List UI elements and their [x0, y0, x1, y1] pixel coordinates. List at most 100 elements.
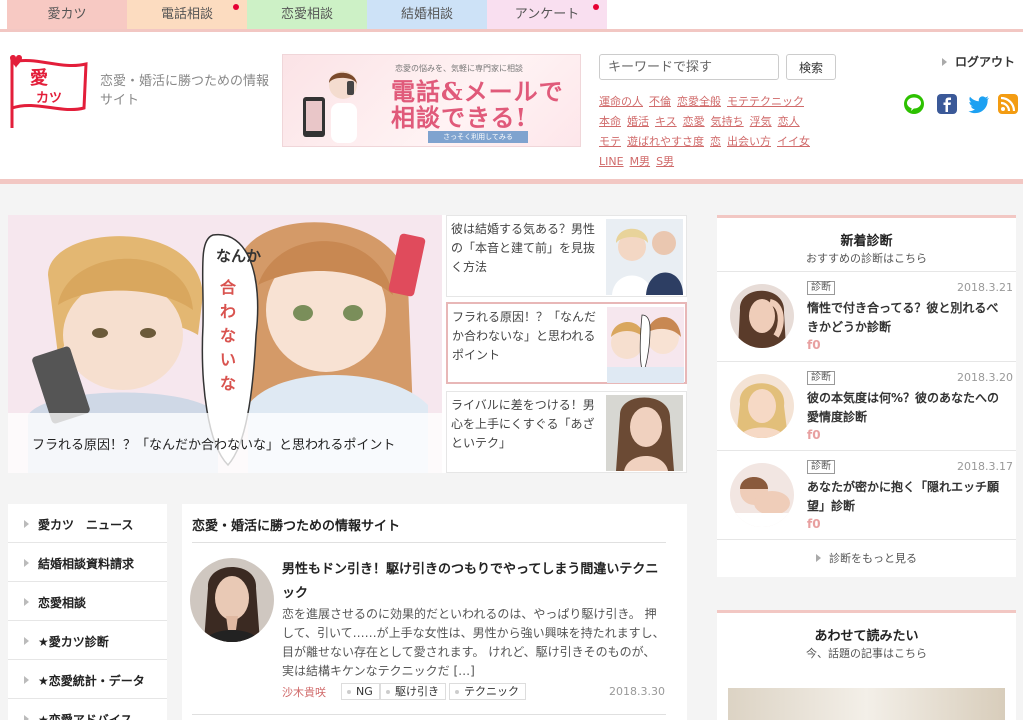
nav-item-label: ★恋愛統計・データ — [38, 674, 145, 688]
article-tag[interactable]: テクニック — [449, 683, 526, 700]
triangle-right-icon — [24, 598, 29, 606]
article-date: 2018.3.30 — [609, 685, 665, 698]
line-icon[interactable] — [904, 94, 924, 114]
new-diagnosis-header: 新着診断 おすすめの診断はこちら — [717, 215, 1016, 272]
featured-side-item[interactable]: 彼は結婚する気ある？男性の「本音と建て前」を見抜く方法 — [446, 215, 687, 297]
diagnosis-item[interactable]: 診断 2018.3.17 あなたが密かに抱く「隠れエッチ願望」診断 f0 — [717, 450, 1016, 540]
keyword-link[interactable]: モテテクニック — [727, 95, 804, 108]
triangle-right-icon — [24, 637, 29, 645]
keyword-link[interactable]: 遊ばれやすさ度 — [627, 135, 704, 148]
diagnosis-badge: 診断 — [807, 281, 835, 295]
keyword-link[interactable]: 本命 — [599, 115, 621, 128]
keyword-link[interactable]: 恋愛全般 — [677, 95, 721, 108]
triangle-right-icon — [24, 715, 29, 720]
hero-caption: フラれる原因！？「なんだか合わないな」と思われるポイント — [8, 413, 442, 473]
nav-item-love-consult[interactable]: 恋愛相談 — [8, 582, 167, 621]
related-article-image[interactable] — [728, 688, 1005, 720]
tab-label: アンケート — [514, 7, 580, 22]
related-subtitle: 今、話題の記事はこちら — [806, 647, 927, 660]
hero-caption-text: フラれる原因！？「なんだか合わないな」と思われるポイント — [32, 438, 396, 453]
search-button[interactable]: 検索 — [786, 54, 836, 80]
keyword-link[interactable]: モテ — [599, 135, 621, 148]
category-nav: 愛カツ ニュース 結婚相談資料請求 恋愛相談 ★愛カツ診断 ★恋愛統計・データ … — [8, 504, 167, 720]
site-logo[interactable]: 愛 カツ — [6, 52, 90, 132]
phone-mail-consult-banner[interactable]: 恋愛の悩みを、気軽に専門家に相談 電話&メールで相談できる! さっそく利用してみ… — [282, 54, 581, 147]
featured-side-item-active[interactable]: フラれる原因！？「なんだか合わないな」と思われるポイント — [446, 302, 687, 384]
nav-item-marriage-request[interactable]: 結婚相談資料請求 — [8, 543, 167, 582]
keyword-link[interactable]: M男 — [630, 155, 651, 168]
nav-item-news[interactable]: 愛カツ ニュース — [8, 504, 167, 543]
share-count: 0 — [812, 338, 821, 352]
woman-thinking-image — [190, 558, 274, 642]
keyword-link[interactable]: 恋愛 — [683, 115, 705, 128]
facebook-share-count[interactable]: f0 — [807, 338, 821, 352]
diagnosis-item[interactable]: 診断 2018.3.21 惰性で付き合ってる？彼と別れるべきかどうか診断 f0 — [717, 271, 1016, 361]
logout-link[interactable]: ログアウト — [942, 53, 1015, 70]
search-input[interactable] — [599, 54, 779, 80]
tab-love-consult[interactable]: 恋愛相談 — [247, 0, 367, 29]
rss-icon[interactable] — [998, 94, 1018, 114]
header-divider — [0, 179, 1023, 184]
keyword-link[interactable]: キス — [655, 115, 677, 128]
keyword-link[interactable]: 出会い方 — [727, 135, 771, 148]
tab-aikatsu[interactable]: 愛カツ — [7, 0, 127, 29]
facebook-share-count[interactable]: f0 — [807, 517, 821, 531]
article-author[interactable]: 沙木貴咲 — [282, 684, 326, 700]
diagnosis-title: 彼の本気度は何%？彼のあなたへの愛情度診断 — [807, 391, 1000, 424]
triangle-right-icon — [816, 554, 821, 562]
top-navigation: 愛カツ 電話相談 恋愛相談 結婚相談 アンケート — [0, 0, 1023, 32]
more-diagnoses-link[interactable]: 診断をもっと見る — [717, 539, 1016, 577]
article-excerpt: 恋を進展させるのに効果的だといわれるのは、やっぱり駆け引き。 押して、引いて……… — [282, 607, 665, 678]
triangle-right-icon — [24, 520, 29, 528]
divider — [192, 542, 666, 543]
keyword-link[interactable]: S男 — [656, 155, 674, 168]
diagnosis-date: 2018.3.17 — [957, 460, 1013, 473]
related-articles-box: あわせて読みたい 今、話題の記事はこちら — [717, 610, 1016, 720]
keyword-link[interactable]: 婚活 — [627, 115, 649, 128]
tab-phone-consult[interactable]: 電話相談 — [127, 0, 247, 29]
nav-item-diagnosis[interactable]: ★愛カツ診断 — [8, 621, 167, 660]
notification-dot — [593, 4, 599, 10]
keyword-link[interactable]: 恋人 — [778, 115, 800, 128]
featured-side-title: ライバルに差をつける！男心を上手にくすぐる「あざといテク」 — [451, 398, 595, 450]
twitter-icon[interactable] — [968, 94, 989, 114]
nav-item-advice[interactable]: ★恋愛アドバイス — [8, 699, 167, 720]
nav-item-label: 結婚相談資料請求 — [38, 557, 135, 571]
diagnosis-thumbnail — [730, 463, 794, 527]
featured-side-item[interactable]: ライバルに差をつける！男心を上手にくすぐる「あざといテク」 — [446, 391, 687, 473]
facebook-share-count[interactable]: f0 — [807, 428, 821, 442]
nav-item-statistics[interactable]: ★恋愛統計・データ — [8, 660, 167, 699]
article-tag[interactable]: 駆け引き — [380, 683, 446, 700]
diagnosis-title: 惰性で付き合ってる？彼と別れるべきかどうか診断 — [807, 301, 999, 334]
banner-cta[interactable]: さっそく利用してみる — [428, 131, 528, 143]
tab-label: 電話相談 — [160, 7, 213, 22]
keyword-links: 運命の人 不倫 恋愛全般 モテテクニック 本命 婚活 キス 恋愛 気持ち 浮気 恋人 モテ 遊ばれや… — [599, 92, 839, 172]
nav-item-label: ★愛カツ診断 — [38, 635, 109, 649]
diagnosis-title: あなたが密かに抱く「隠れエッチ願望」診断 — [807, 480, 1000, 513]
keyword-link[interactable]: 運命の人 — [599, 95, 643, 108]
svg-text:い: い — [220, 350, 236, 369]
article-thumbnail[interactable] — [190, 558, 274, 642]
tab-marriage-consult[interactable]: 結婚相談 — [367, 0, 487, 29]
tab-survey[interactable]: アンケート — [487, 0, 607, 29]
keyword-link[interactable]: 不倫 — [649, 95, 671, 108]
keyword-link[interactable]: 恋 — [710, 135, 721, 148]
facebook-icon[interactable] — [937, 94, 957, 114]
main-section-title: 恋愛・婚活に勝つための情報サイト — [192, 519, 401, 534]
nav-item-label: 愛カツ ニュース — [38, 518, 134, 532]
banner-small-text: 恋愛の悩みを、気軽に専門家に相談 — [395, 64, 523, 73]
keyword-link[interactable]: 浮気 — [750, 115, 772, 128]
keyword-link[interactable]: LINE — [599, 155, 624, 168]
bride-groom-thumbnail — [606, 219, 683, 295]
svg-text:な: な — [220, 326, 236, 345]
keyword-link[interactable]: 気持ち — [711, 115, 744, 128]
woman-portrait-thumbnail — [606, 395, 683, 471]
couple-manga-thumbnail — [607, 307, 684, 383]
triangle-right-icon — [24, 559, 29, 567]
article-tag[interactable]: NG — [341, 683, 380, 700]
hero-article[interactable]: なんか 合 わ な い な フラれる原因！？「なんだか合わないな」と思われるポイ… — [8, 215, 442, 473]
diagnosis-item[interactable]: 診断 2018.3.20 彼の本気度は何%？彼のあなたへの愛情度診断 f0 — [717, 361, 1016, 451]
keyword-link[interactable]: イイ女 — [777, 135, 810, 148]
main-content: 恋愛・婚活に勝つための情報サイト 男性もドン引き！駆け引きのつもりでやってしまう… — [182, 504, 687, 720]
article-title[interactable]: 男性もドン引き！駆け引きのつもりでやってしまう間違いテクニック — [282, 558, 666, 606]
